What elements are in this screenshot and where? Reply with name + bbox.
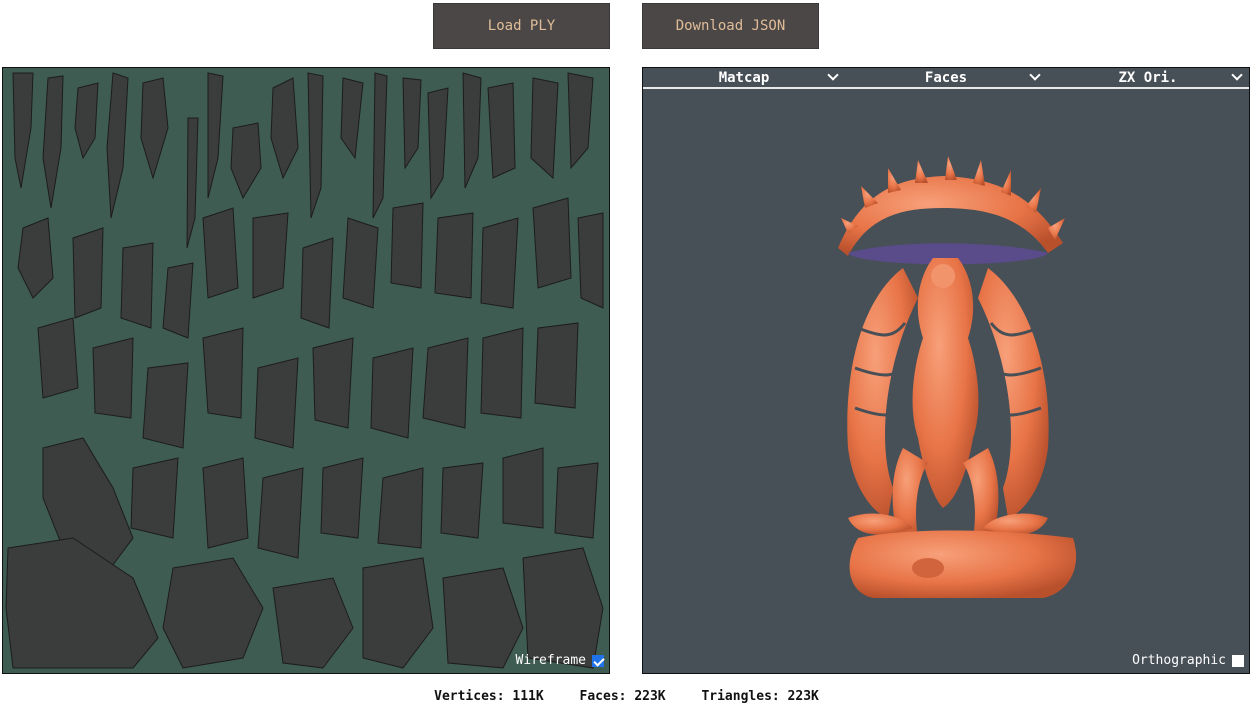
mesh-stats: Vertices: 111K Faces: 223K Triangles: 22… xyxy=(0,689,1253,704)
wireframe-checkbox[interactable] xyxy=(592,654,604,667)
3d-viewer-panel[interactable]: Matcap Faces ZX Ori. Orthographic xyxy=(642,67,1250,674)
uv-islands-canvas xyxy=(5,72,604,669)
wireframe-toggle[interactable]: Wireframe xyxy=(516,653,604,668)
orthographic-toggle[interactable]: Orthographic xyxy=(1132,653,1244,668)
uv-viewer-panel[interactable]: Wireframe xyxy=(2,67,610,674)
orthographic-label: Orthographic xyxy=(1132,653,1226,668)
download-json-button[interactable]: Download JSON xyxy=(642,3,819,49)
triangles-count: Triangles: 223K xyxy=(701,689,819,704)
wireframe-label: Wireframe xyxy=(515,653,586,668)
orthographic-checkbox[interactable] xyxy=(1232,654,1244,667)
vertices-count: Vertices: 111K xyxy=(434,689,544,704)
3d-model-render[interactable] xyxy=(643,68,1249,673)
faces-count: Faces: 223K xyxy=(579,689,666,704)
load-ply-button[interactable]: Load PLY xyxy=(433,3,610,49)
